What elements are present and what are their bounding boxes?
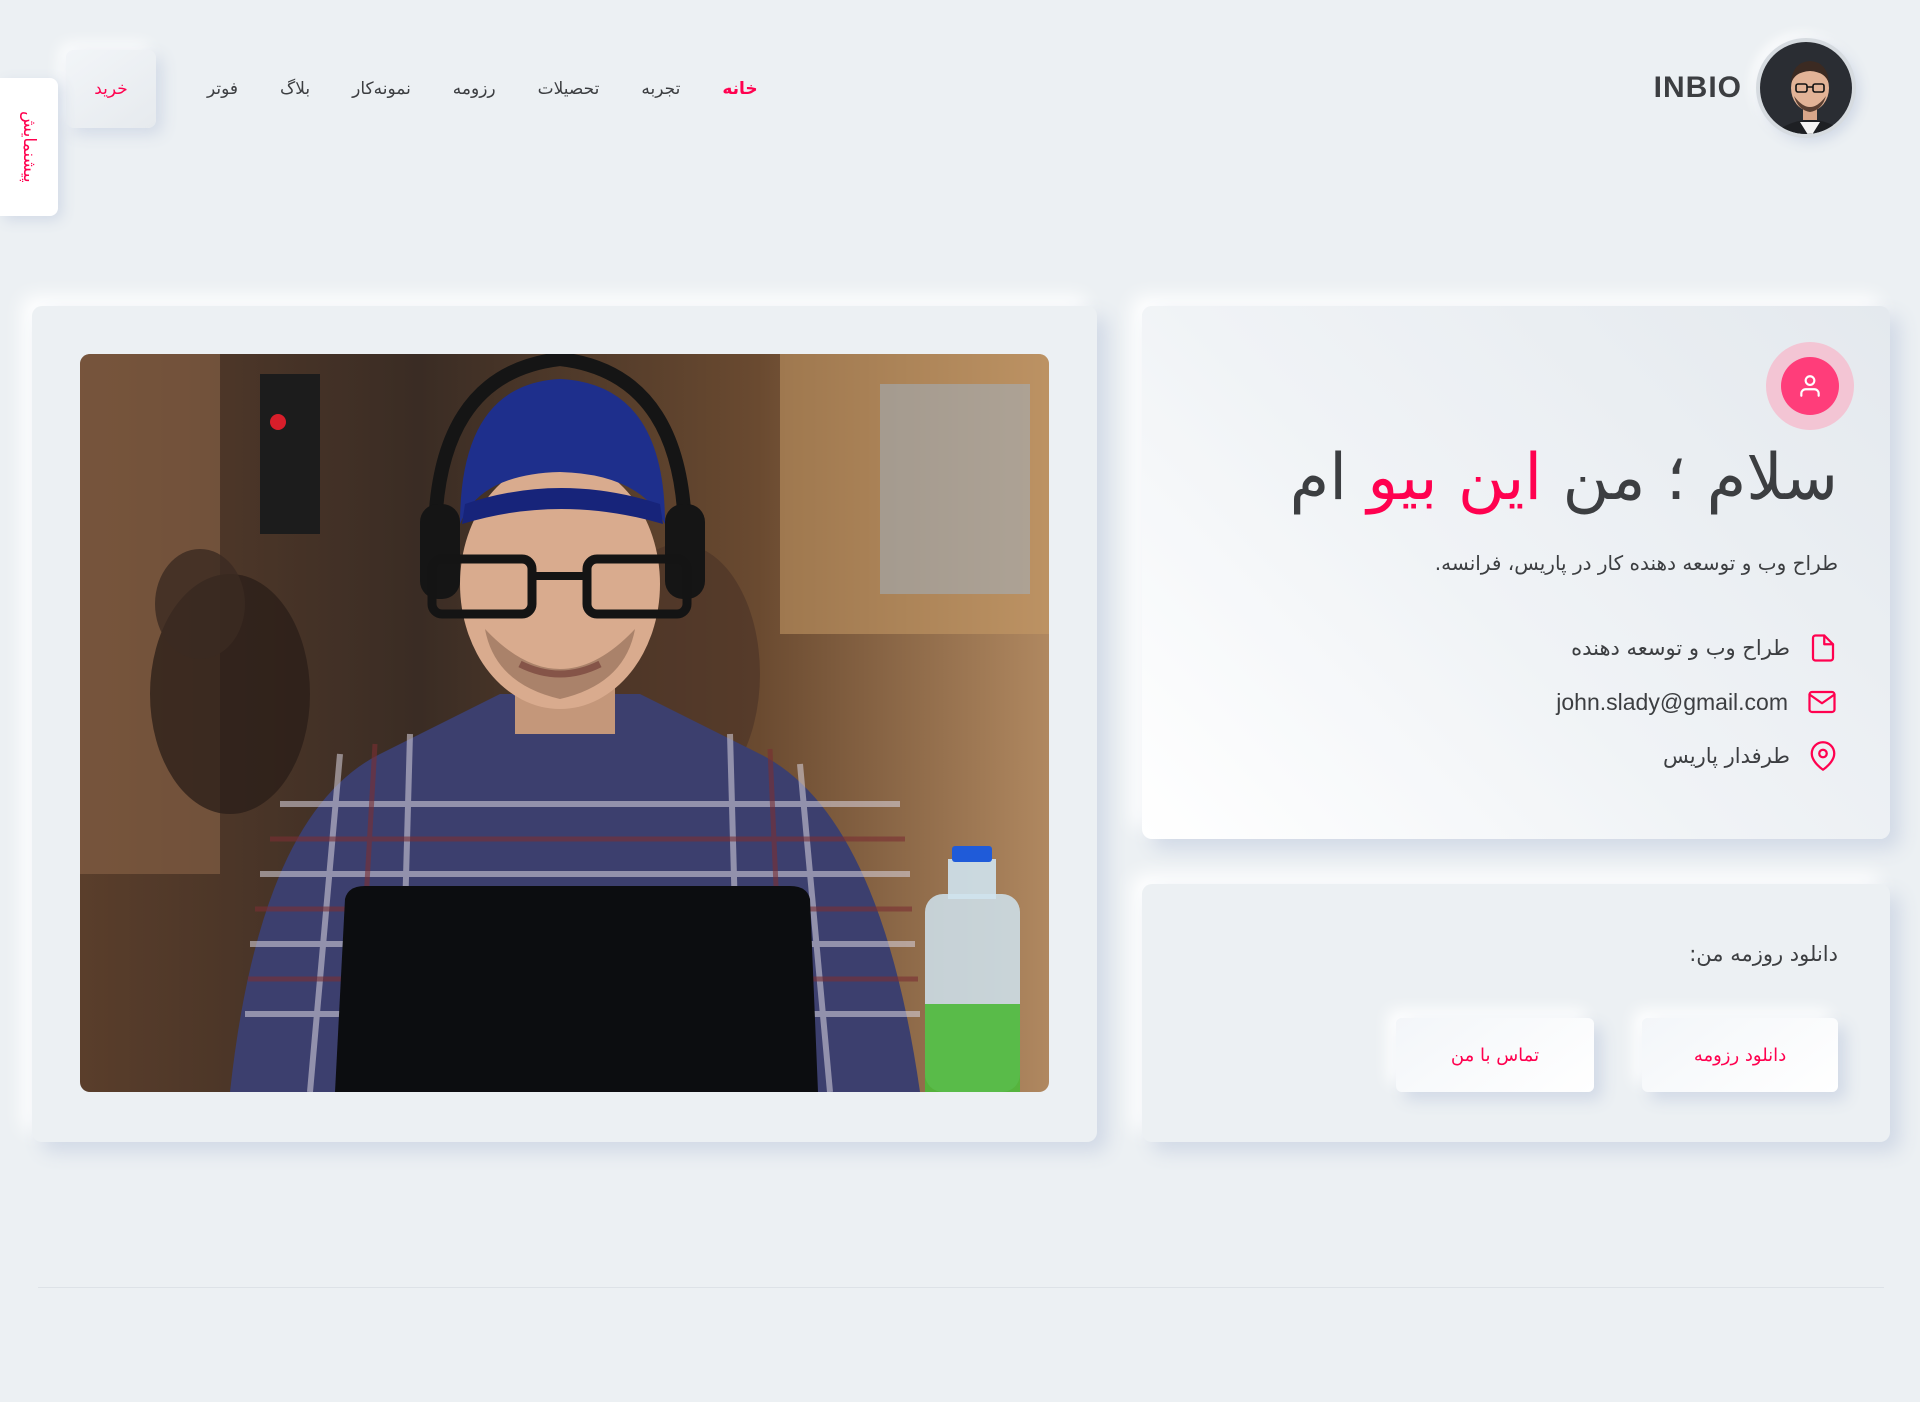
hero-photo — [80, 354, 1049, 1092]
nav-item-blog[interactable]: بلاگ — [280, 79, 310, 99]
section-divider — [38, 1287, 1884, 1288]
headline-greeting: سلام ؛ من — [1562, 441, 1838, 515]
map-pin-icon — [1810, 741, 1836, 771]
detail-email-text: john.slady@gmail.com — [1556, 688, 1788, 715]
hero-headline: سلام ؛ من این بیو ام — [1290, 441, 1838, 515]
intro-card: سلام ؛ من این بیو ام طراح وب و توسعه دهن… — [1142, 306, 1890, 839]
detail-location: طرفدار پاریس — [1556, 729, 1838, 783]
file-icon — [1811, 634, 1835, 662]
download-resume-button[interactable]: دانلود رزومه — [1642, 1018, 1838, 1092]
nav-item-resume[interactable]: رزومه — [453, 79, 496, 99]
detail-role-text: طراح وب و توسعه دهنده — [1571, 636, 1790, 660]
nav-item-education[interactable]: تحصیلات — [538, 79, 600, 99]
hero-subtitle: طراح وب و توسعه دهنده کار در پاریس، فران… — [1434, 551, 1838, 575]
mail-icon — [1808, 690, 1836, 714]
detail-role: طراح وب و توسعه دهنده — [1556, 621, 1838, 675]
nav-item-portfolio[interactable]: نمونه‌کار — [352, 79, 411, 99]
download-title: دانلود روزمه من: — [1689, 942, 1838, 966]
brand[interactable]: INBIO — [1654, 38, 1856, 138]
contact-me-button[interactable]: تماس با من — [1396, 1018, 1594, 1092]
main-nav: خرید فوتر بلاگ نمونه‌کار رزومه تحصیلات ت… — [66, 50, 779, 128]
demo-tab[interactable]: پیشنمایش — [0, 78, 58, 216]
detail-location-text: طرفدار پاریس — [1662, 744, 1790, 768]
headline-name: این بیو — [1367, 441, 1543, 515]
headline-suffix: ام — [1289, 441, 1347, 515]
nav-item-footer[interactable]: فوتر — [207, 79, 238, 99]
user-icon — [1781, 357, 1839, 415]
buy-button[interactable]: خرید — [66, 50, 156, 128]
demo-tab-label: پیشنمایش — [19, 111, 39, 183]
contact-details: طراح وب و توسعه دهنده john.slady@gmail.c… — [1556, 621, 1838, 783]
nav-item-experience[interactable]: تجربه — [641, 79, 680, 99]
avatar — [1756, 38, 1856, 138]
detail-email[interactable]: john.slady@gmail.com — [1556, 675, 1838, 729]
download-card: دانلود روزمه من: دانلود رزومه تماس با من — [1142, 884, 1890, 1142]
user-icon-badge — [1766, 342, 1854, 430]
hero-image-card — [32, 306, 1097, 1142]
brand-name: INBIO — [1653, 71, 1742, 104]
nav-item-home[interactable]: خانه — [722, 79, 757, 99]
